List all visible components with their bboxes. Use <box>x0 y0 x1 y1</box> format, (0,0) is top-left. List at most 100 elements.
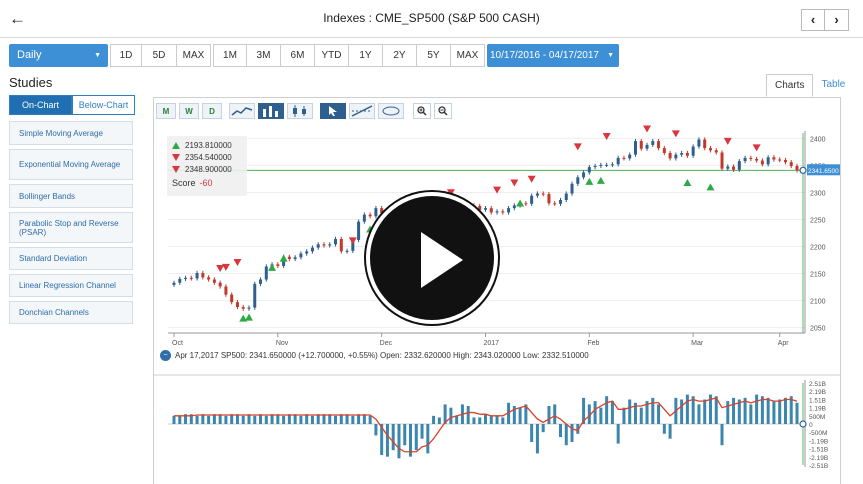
measure-icon[interactable] <box>378 103 404 119</box>
candle-body <box>628 154 632 159</box>
bar-chart-icon[interactable] <box>258 103 284 119</box>
price-chart[interactable]: 20502100215022002250230023502400OctNovDe… <box>153 125 841 484</box>
candle-body <box>622 157 626 159</box>
top-bar: ← Indexes : CME_SP500 (S&P 500 CASH) ‹ › <box>0 0 863 38</box>
volume-bar <box>322 414 326 424</box>
candle-body <box>287 256 291 259</box>
previous-button[interactable]: ‹ <box>801 9 825 31</box>
candle-body <box>299 253 303 258</box>
tab-below-chart[interactable]: Below-Chart <box>72 95 135 115</box>
tab-table[interactable]: Table <box>813 74 853 97</box>
sell-signal-marker <box>348 237 357 245</box>
next-button[interactable]: › <box>825 9 849 31</box>
signal-down-value-1: 2354.540000 <box>185 152 232 162</box>
sell-signal-marker <box>527 175 536 183</box>
trendline-icon[interactable] <box>349 103 375 119</box>
candle-body <box>755 158 759 161</box>
volume-bar <box>610 401 614 424</box>
study-list: Simple Moving Average Exponential Moving… <box>9 121 133 328</box>
candle-body <box>587 167 591 173</box>
candle-body <box>230 294 234 303</box>
study-simple-moving-average[interactable]: Simple Moving Average <box>9 121 133 145</box>
range-3m-button[interactable]: 3M <box>246 44 281 67</box>
candle-body <box>703 139 707 149</box>
volume-bar <box>466 406 470 424</box>
tab-charts[interactable]: Charts <box>766 74 814 97</box>
zoom-out-icon[interactable] <box>434 103 452 119</box>
volume-bar <box>455 415 459 424</box>
volume-bar <box>293 414 297 424</box>
range-5d-button[interactable]: 5D <box>141 44 177 67</box>
volume-y-tick-label: -2.51B <box>809 463 828 470</box>
volume-y-tick-label: 500M <box>809 414 825 421</box>
candle-body <box>760 160 764 165</box>
cursor-icon[interactable] <box>320 103 346 119</box>
play-video-button[interactable] <box>366 192 498 324</box>
range-ytd-button[interactable]: YTD <box>314 44 349 67</box>
candle-body <box>668 153 672 159</box>
volume-bar <box>195 415 199 424</box>
volume-y-tick-label: -1.19B <box>809 438 828 445</box>
volume-bar <box>374 424 378 436</box>
volume-bar <box>207 415 211 424</box>
candle-body <box>547 194 551 204</box>
volume-bar <box>680 399 684 424</box>
candle-body <box>235 302 239 308</box>
study-linear-regression-channel[interactable]: Linear Regression Channel <box>9 274 133 297</box>
volume-bar <box>241 415 245 424</box>
range-1m-button[interactable]: 1M <box>213 44 247 67</box>
candle-body <box>639 141 643 149</box>
signal-w-icon[interactable]: W <box>179 103 199 119</box>
range-6m-button[interactable]: 6M <box>280 44 315 67</box>
x-tick-label: Apr <box>778 340 790 347</box>
candle-body <box>484 208 487 210</box>
volume-bar <box>662 424 666 434</box>
study-exponential-moving-average[interactable]: Exponential Moving Average <box>9 149 133 180</box>
candle-body <box>172 282 176 285</box>
candle-body <box>374 208 378 217</box>
range-5y-button[interactable]: 5Y <box>416 44 451 67</box>
study-standard-deviation[interactable]: Standard Deviation <box>9 247 133 270</box>
date-range-dropdown[interactable]: 10/17/2016 - 04/17/2017 ▼ <box>487 44 619 67</box>
volume-bar <box>449 407 453 424</box>
volume-y-tick-label: 1.51B <box>809 397 826 404</box>
volume-bar <box>685 394 689 424</box>
volume-bar <box>362 414 366 424</box>
buy-signal-icon <box>172 141 180 149</box>
range-2y-button[interactable]: 2Y <box>382 44 417 67</box>
y-tick-label: 2150 <box>810 272 826 279</box>
study-parabolic-sar[interactable]: Parabolic Stop and Reverse (PSAR) <box>9 212 133 243</box>
candle-body <box>293 257 297 259</box>
ohlc-info-text: Apr 17,2017 SP500: 2341.650000 (+12.7000… <box>175 351 589 360</box>
candle-body <box>535 193 539 196</box>
tab-on-chart[interactable]: On-Chart <box>9 95 72 115</box>
period-dropdown[interactable]: Daily ▼ <box>9 44 108 67</box>
range-max-button[interactable]: MAX <box>450 44 485 67</box>
volume-bar <box>276 414 280 424</box>
signal-m-icon[interactable]: M <box>156 103 176 119</box>
volume-bar <box>368 415 372 424</box>
nav-arrows: ‹ › <box>801 9 849 31</box>
sell-signal-marker <box>643 125 652 133</box>
volume-bar <box>755 394 759 424</box>
range-1d-button[interactable]: 1D <box>110 44 142 67</box>
range-max-intraday-button[interactable]: MAX <box>176 44 211 67</box>
range-1y-button[interactable]: 1Y <box>348 44 383 67</box>
volume-bar <box>570 424 574 442</box>
study-bollinger-bands[interactable]: Bollinger Bands <box>9 184 133 208</box>
signal-d-icon[interactable]: D <box>202 103 222 119</box>
candle-body <box>558 200 562 204</box>
candle-body <box>789 162 793 166</box>
line-chart-icon[interactable] <box>229 103 255 119</box>
sell-signal-marker <box>602 133 611 141</box>
volume-bar <box>391 424 395 451</box>
volume-bar <box>558 424 562 438</box>
candle-body <box>633 141 637 155</box>
candle-body <box>783 160 787 163</box>
zoom-in-icon[interactable] <box>413 103 431 119</box>
candlestick-icon[interactable] <box>287 103 313 119</box>
study-donchian-channels[interactable]: Donchian Channels <box>9 301 133 324</box>
candle-body <box>599 164 603 166</box>
x-tick-label: Nov <box>276 340 289 347</box>
candle-body <box>720 152 724 169</box>
